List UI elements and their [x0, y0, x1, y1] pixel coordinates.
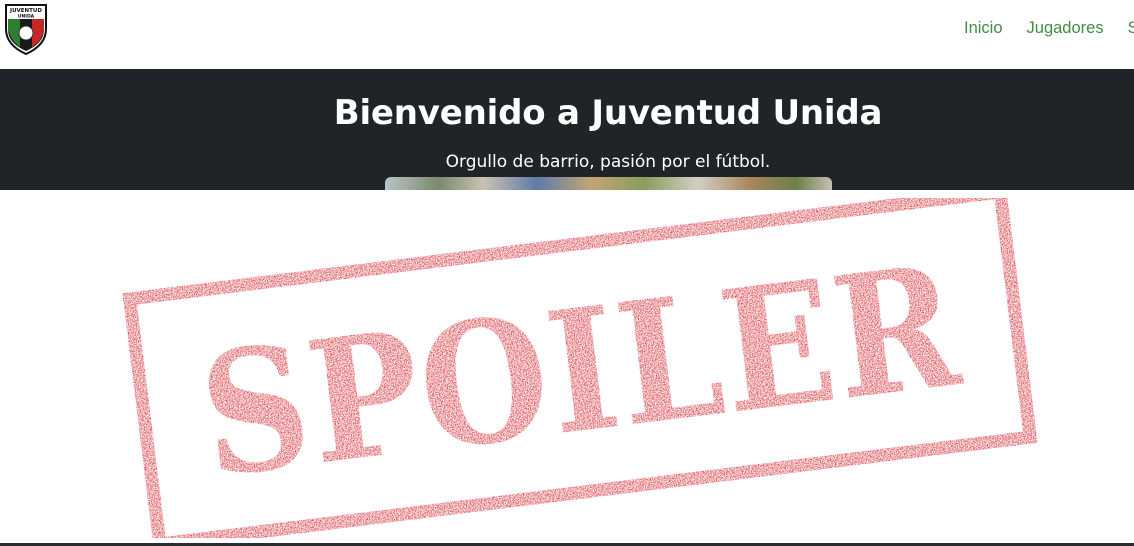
- nav-link-inicio[interactable]: Inicio: [964, 19, 1003, 38]
- hero-title: Bienvenido a Juventud Unida: [333, 93, 883, 133]
- hero-subtitle: Orgullo de barrio, pasión por el fútbol.: [445, 152, 771, 172]
- hero-section: Bienvenido a Juventud Unida Orgullo de b…: [0, 69, 1134, 190]
- club-logo[interactable]: JUVENTUD UNIDA: [2, 3, 50, 56]
- nav-link-jugadores[interactable]: Jugadores: [1027, 19, 1104, 38]
- navbar: JUVENTUD UNIDA Inicio Jugadores So: [0, 0, 1134, 69]
- hero-image: [385, 177, 832, 190]
- spoiler-overlay: SPOILER: [0, 190, 1134, 543]
- main-nav: Inicio Jugadores So: [964, 19, 1134, 38]
- spoiler-stamp-image: SPOILER: [107, 198, 1053, 538]
- nav-link-cutoff[interactable]: So: [1128, 19, 1134, 38]
- logo-text-line1: JUVENTUD: [9, 8, 42, 14]
- club-crest-icon: JUVENTUD UNIDA: [5, 4, 47, 56]
- logo-text-line2: UNIDA: [18, 14, 35, 20]
